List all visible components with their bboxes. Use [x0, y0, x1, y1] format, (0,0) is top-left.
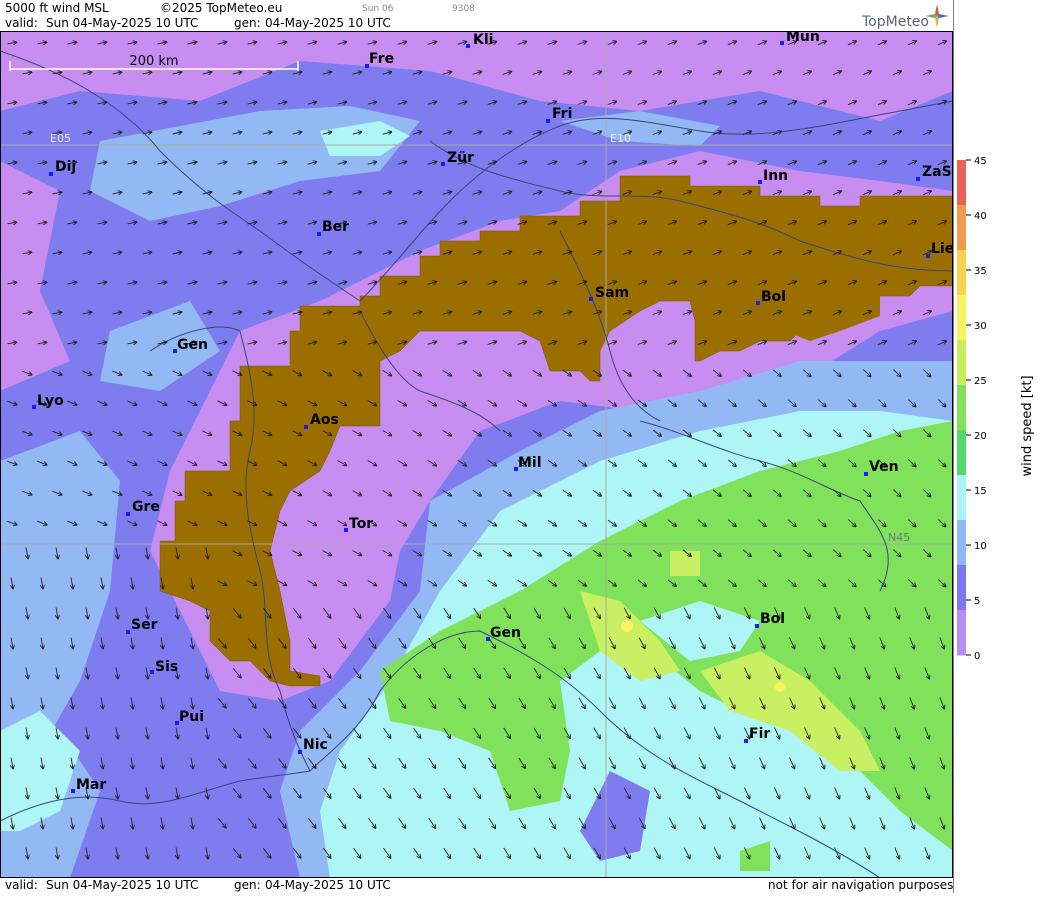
city-label: Pui	[179, 709, 204, 725]
city-label: Ser	[131, 617, 158, 633]
city-label: Tor	[349, 516, 373, 532]
city-label: Kli	[473, 32, 493, 48]
legend-color-step	[957, 520, 966, 566]
legend-tick-label: 10	[974, 541, 987, 552]
city-label: Inn	[763, 168, 788, 184]
footer-valid-value: Sun 04-May-2025 10 UTC	[46, 878, 199, 892]
small-number: 9308	[452, 4, 475, 14]
city-label: Gre	[132, 499, 160, 515]
header-bar: 5000 ft wind MSL ©2025 TopMeteo.eu Sun 0…	[0, 0, 953, 31]
city-label: Mar	[76, 777, 106, 793]
scale-label: 200 km	[129, 54, 178, 69]
footer-bar: valid: Sun 04-May-2025 10 UTC gen: 04-Ma…	[0, 878, 953, 893]
legend-tick-label: 35	[974, 266, 987, 277]
small-date: Sun 06	[362, 4, 394, 14]
city-label: Nic	[303, 737, 328, 753]
city-label: Sam	[595, 285, 629, 301]
city-label: ZaS	[922, 164, 952, 180]
city-label: Ber	[322, 219, 349, 235]
copyright-text: ©2025 TopMeteo.eu	[160, 1, 283, 15]
legend-tick-label: 20	[974, 431, 987, 442]
product-title: 5000 ft wind MSL	[5, 1, 109, 15]
city-label: Gen	[490, 625, 521, 641]
city-label: Gen	[177, 337, 208, 353]
city-label: Fir	[749, 726, 770, 742]
legend-color-step	[957, 160, 966, 206]
legend-tick-label: 0	[974, 651, 980, 662]
grid-label-e10: E10	[610, 132, 631, 145]
city-label: Bol	[761, 289, 786, 305]
city-label: Sis	[155, 659, 178, 675]
grid-label-e05: E05	[50, 132, 71, 145]
city-label: Dij	[55, 159, 76, 175]
legend-title: wind speed [kt]	[1020, 375, 1035, 476]
footer-gen-label: gen:	[234, 878, 261, 892]
grid-label-n45: N45	[888, 531, 910, 544]
city-label: Mün	[786, 31, 820, 45]
valid-value: Sun 04-May-2025 10 UTC	[46, 16, 199, 30]
legend-color-step	[957, 340, 966, 386]
legend-tick-label: 5	[974, 596, 980, 607]
legend-color-step	[957, 475, 966, 521]
footer-gen-value: 04-May-2025 10 UTC	[265, 878, 391, 892]
legend-color-step	[957, 250, 966, 296]
legend-color-step	[957, 385, 966, 431]
legend-color-step	[957, 430, 966, 476]
city-label: Fri	[552, 106, 572, 122]
city-label: Zür	[447, 150, 474, 166]
city-label: Lyo	[37, 393, 64, 409]
legend-color-step	[957, 610, 966, 656]
stronger-zone	[670, 551, 700, 576]
city-label: Ven	[869, 459, 899, 475]
legend-tick-label: 30	[974, 321, 987, 332]
valid-label: valid:	[5, 16, 38, 30]
wind-map: 200 km E05 E10 N45 Kli Mün Fre Fri Dij Z…	[0, 31, 953, 878]
city-label: Fre	[369, 51, 394, 67]
legend-tick-label: 25	[974, 376, 987, 387]
legend-tick-label: 45	[974, 156, 987, 167]
gen-label: gen:	[234, 16, 261, 30]
legend-tick-label: 40	[974, 211, 987, 222]
brand-logo-text: TopMeteo	[862, 14, 929, 30]
wind-speed-legend: 45 40 35 30 25 20 15 10 5 0 wind speed [kt]	[952, 0, 1035, 893]
footer-valid-label: valid:	[5, 878, 38, 892]
peak-zone	[775, 682, 785, 692]
legend-ticks: 45 40 35 30 25 20 15 10 5 0	[966, 156, 987, 662]
compass-logo-icon	[925, 4, 949, 28]
legend-color-bar	[957, 160, 966, 656]
city-label: Mil	[518, 455, 542, 471]
city-label: Aos	[310, 412, 339, 428]
city-label: Bol	[760, 611, 785, 627]
legend-tick-label: 15	[974, 486, 987, 497]
disclaimer-text: not for air navigation purposes	[768, 878, 954, 892]
legend-color-step	[957, 205, 966, 251]
legend-color-step	[957, 565, 966, 611]
legend-color-step	[957, 295, 966, 341]
city-label: Lie	[931, 241, 953, 257]
peak-zone	[621, 620, 633, 632]
gen-value: 04-May-2025 10 UTC	[265, 16, 391, 30]
legend-panel: 45 40 35 30 25 20 15 10 5 0 wind speed [kt]	[952, 0, 1045, 893]
